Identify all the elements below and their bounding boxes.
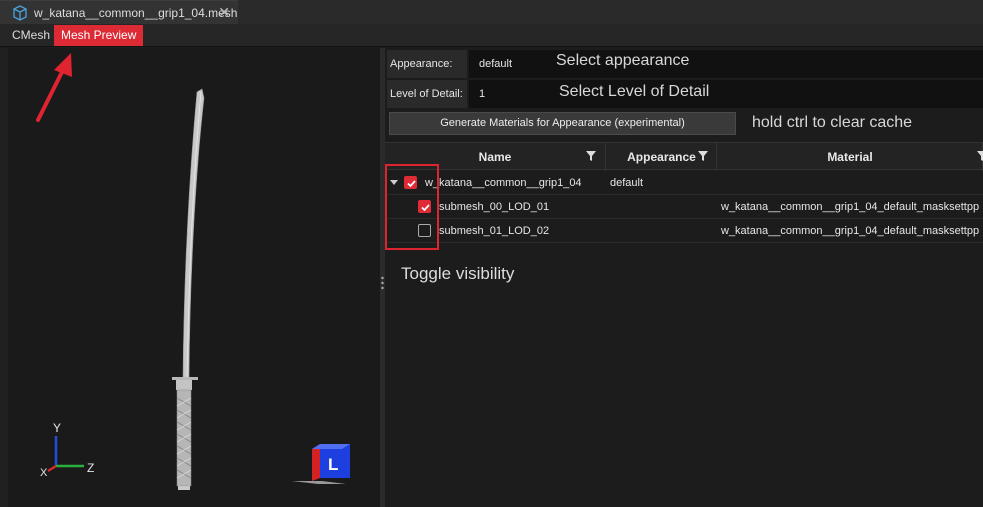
column-appearance-label: Appearance [627,150,696,164]
lod-select[interactable]: 1 [469,80,983,108]
document-tab-title: w_katana__common__grip1_04.mesh [34,5,238,20]
mesh-file-icon [13,4,27,21]
row-name: submesh_00_LOD_01 [439,201,550,213]
annotation-highlight-box [385,164,439,250]
annotation-toggle-visibility: Toggle visibility [401,264,515,283]
katana-model [172,88,205,490]
row-appearance: default [610,177,644,189]
document-tab-strip: w_katana__common__grip1_04.mesh ✕ [0,0,983,24]
filter-icon[interactable] [976,150,983,162]
row-name: w_katana__common__grip1_04 [425,177,582,189]
axis-gizmo: Y X Z [40,421,94,479]
close-tab-icon[interactable]: ✕ [218,5,230,19]
splitter-grip-icon [381,276,384,290]
editor-subtabs: CMesh Mesh Preview [0,24,983,47]
generate-materials-button[interactable]: Generate Materials for Appearance (exper… [389,112,736,135]
annotation-select-appearance: Select appearance [556,52,690,69]
appearance-label: Appearance: [387,50,467,78]
column-appearance[interactable]: Appearance [607,143,717,171]
table-row[interactable]: submesh_00_LOD_01 w_katana__common__grip… [385,195,983,219]
document-tab[interactable]: w_katana__common__grip1_04.mesh ✕ [0,0,238,24]
row-material: w_katana__common__grip1_04_default_masks… [721,225,980,237]
axis-label-y: Y [53,421,61,435]
axis-label-x: X [40,467,48,479]
mesh-viewport[interactable]: Y X Z L [8,48,380,507]
tab-mesh-preview[interactable]: Mesh Preview [54,25,144,46]
row-material: w_katana__common__grip1_04_default_masks… [721,201,980,213]
grid-header: Name Appearance Material [385,142,983,171]
filter-icon[interactable] [585,150,597,162]
annotation-ctrl-hint: hold ctrl to clear cache [752,114,913,131]
lod-label: Level of Detail: [387,80,467,108]
filter-icon[interactable] [697,150,709,162]
left-dock-edge [0,48,8,507]
tab-cmesh[interactable]: CMesh [5,25,57,46]
column-material[interactable]: Material [718,143,983,171]
row-name: submesh_01_LOD_02 [439,225,550,237]
viewport-scene: Y X Z L [36,53,350,490]
appearance-select[interactable]: default [469,50,983,78]
view-cube-label: L [328,455,338,474]
view-cube[interactable]: L [292,444,350,484]
column-material-label: Material [827,150,873,164]
column-name-label: Name [478,150,512,164]
annotation-select-lod: Select Level of Detail [559,83,710,100]
annotation-arrow [36,53,72,122]
table-row[interactable]: w_katana__common__grip1_04 default [385,171,983,195]
axis-label-z: Z [87,461,94,475]
table-row[interactable]: submesh_01_LOD_02 w_katana__common__grip… [385,219,983,243]
submesh-grid: Name Appearance Material w_katana__commo… [385,142,983,507]
